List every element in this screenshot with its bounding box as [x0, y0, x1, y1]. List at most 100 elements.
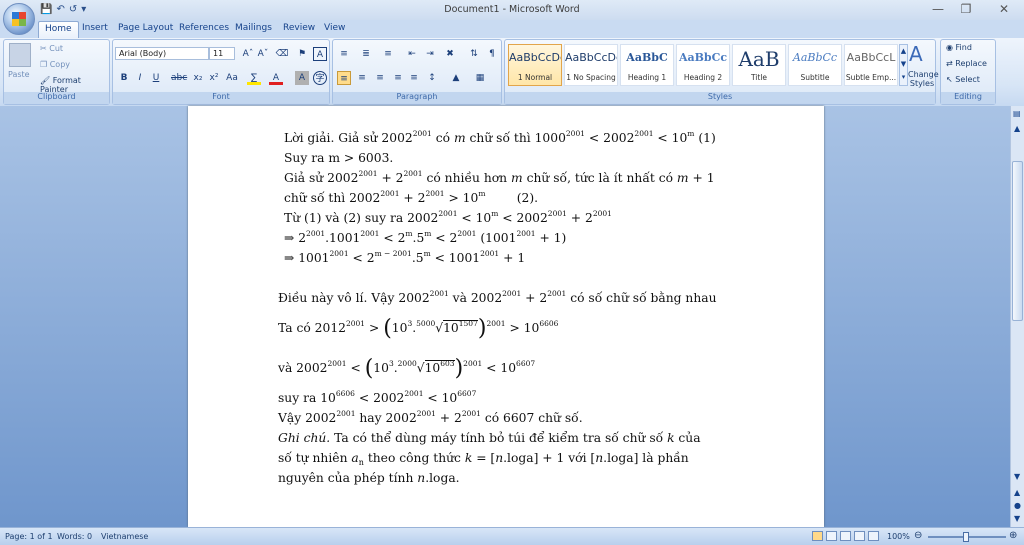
distributed-icon[interactable]: ≡ [407, 71, 421, 85]
center-icon[interactable]: ≡ [355, 71, 369, 85]
grow-font-icon[interactable]: Aˆ [241, 47, 255, 61]
full-screen-reading-icon[interactable] [826, 531, 837, 541]
change-styles-icon: A [909, 42, 923, 66]
document-body[interactable]: Lời giải. Giả sử 20022001 có m chữ số th… [278, 128, 734, 488]
enclose-char-icon[interactable]: 字 [313, 71, 327, 85]
align-left-icon[interactable]: ≡ [337, 71, 351, 85]
browse-object-icon[interactable]: ● [1014, 501, 1021, 510]
zoom-level[interactable]: 100% [887, 532, 910, 541]
tab-page-layout[interactable]: Page Layout [118, 23, 173, 33]
font-color-icon[interactable]: A [269, 71, 283, 85]
office-button[interactable] [3, 3, 35, 35]
highlight-icon[interactable]: ∑ [247, 71, 261, 85]
asian-layout-icon[interactable]: ✖ [443, 47, 457, 61]
style-heading-1[interactable]: AaBbC Heading 1 [620, 44, 674, 86]
clear-format-icon[interactable]: ⌫ [275, 47, 289, 61]
document-workspace: Lời giải. Giả sử 20022001 có m chữ số th… [0, 106, 1010, 527]
paragraph-group-label: Paragraph [333, 92, 501, 104]
shrink-font-icon[interactable]: Aˇ [256, 47, 270, 61]
word-count[interactable]: Words: 0 [57, 532, 92, 541]
subscript-icon[interactable]: x₂ [191, 71, 205, 85]
doc-line: Ghi chú. Ta có thể dùng máy tính bỏ túi … [278, 431, 701, 445]
close-icon[interactable]: ✕ [990, 2, 1018, 16]
language[interactable]: Vietnamese [101, 532, 148, 541]
bold-icon[interactable]: B [117, 71, 131, 85]
borders-icon[interactable]: ▦ [473, 71, 487, 85]
scroll-up-icon[interactable]: ▲ [1014, 124, 1020, 133]
paste-icon[interactable] [9, 43, 31, 67]
style-title[interactable]: AaB Title [732, 44, 786, 86]
phonetic-icon[interactable]: ⚑ [295, 47, 309, 61]
ruler-toggle-icon[interactable]: ▤ [1013, 109, 1021, 118]
style-subtle-emphasis[interactable]: AaBbCcL Subtle Emp... [844, 44, 898, 86]
change-styles-button[interactable]: Change Styles [908, 70, 939, 88]
strikethrough-icon[interactable]: abc [171, 71, 187, 85]
style-no-spacing[interactable]: AaBbCcDc 1 No Spacing [564, 44, 618, 86]
select-label: Select [955, 75, 980, 84]
justify-icon[interactable]: ≡ [391, 71, 405, 85]
line-spacing-icon[interactable]: ↕ [425, 71, 439, 85]
scroll-down-icon[interactable]: ▼ [1014, 472, 1020, 481]
shading-icon[interactable]: ▲ [449, 71, 463, 85]
style-heading-2[interactable]: AaBbCc Heading 2 [676, 44, 730, 86]
numbering-icon[interactable]: ≣ [359, 47, 373, 61]
tab-home[interactable]: Home [38, 21, 79, 38]
style-subtitle[interactable]: AaBbCc Subtitle [788, 44, 842, 86]
next-page-icon[interactable]: ▼ [1014, 514, 1020, 523]
tab-view[interactable]: View [324, 23, 345, 33]
change-case-icon[interactable]: Aa [225, 71, 239, 85]
vertical-scrollbar[interactable]: ▤ ▲ ▼ ▲ ● ▼ [1010, 106, 1024, 527]
cut-button[interactable]: ✂ Cut [40, 44, 63, 53]
bullets-icon[interactable]: ≡ [337, 47, 351, 61]
increase-indent-icon[interactable]: ⇥ [423, 47, 437, 61]
tab-review[interactable]: Review [283, 23, 315, 33]
status-bar: Page: 1 of 1 Words: 0 Vietnamese 100% ⊖ … [0, 527, 1024, 545]
restore-icon[interactable]: ❐ [952, 2, 980, 16]
tab-insert[interactable]: Insert [82, 23, 108, 33]
tab-references[interactable]: References [179, 23, 229, 33]
select-button[interactable]: ↖ Select [946, 75, 980, 84]
styles-group-label: Styles [505, 92, 935, 104]
scissors-icon: ✂ [40, 44, 50, 53]
zoom-in-icon[interactable]: ⊕ [1009, 530, 1017, 541]
zoom-slider-thumb[interactable] [963, 532, 969, 542]
brush-icon: 🖌 [40, 76, 53, 85]
font-name-combo[interactable]: Arial (Body) [115, 47, 209, 60]
align-right-icon[interactable]: ≡ [373, 71, 387, 85]
sort-icon[interactable]: ⇅ [467, 47, 481, 61]
clipboard-group-label: Clipboard [4, 92, 109, 104]
window-title: Document1 - Microsoft Word [444, 4, 580, 15]
previous-page-icon[interactable]: ▲ [1014, 488, 1020, 497]
draft-icon[interactable] [868, 531, 879, 541]
italic-icon[interactable]: I [133, 71, 147, 85]
show-formatting-icon[interactable]: ¶ [485, 47, 499, 61]
undo-icon[interactable]: ↶ [56, 4, 64, 15]
font-size-combo[interactable]: 11 [209, 47, 235, 60]
copy-button[interactable]: ❐ Copy [40, 60, 70, 69]
styles-scroll[interactable]: ▲ ▼ ▾ [899, 44, 908, 86]
underline-icon[interactable]: U [149, 71, 163, 85]
char-border-icon[interactable]: A [313, 47, 327, 61]
web-layout-icon[interactable] [840, 531, 851, 541]
zoom-out-icon[interactable]: ⊖ [914, 530, 922, 541]
char-shading-icon[interactable]: A [295, 71, 309, 85]
outline-icon[interactable] [854, 531, 865, 541]
paste-button[interactable]: Paste [8, 70, 30, 79]
tab-mailings[interactable]: Mailings [235, 23, 272, 33]
style-normal[interactable]: AaBbCcDc 1 Normal [508, 44, 562, 86]
save-icon[interactable]: 💾 [40, 4, 52, 15]
customize-qat-icon[interactable]: ▾ [81, 4, 86, 15]
multilevel-list-icon[interactable]: ≡ [381, 47, 395, 61]
print-layout-icon[interactable] [812, 531, 823, 541]
font-group: Arial (Body) 11 Aˆ Aˇ ⌫ ⚑ A B I U abc x₂… [112, 39, 330, 105]
page-count[interactable]: Page: 1 of 1 [5, 532, 53, 541]
redo-icon[interactable]: ↺ [69, 4, 77, 15]
find-button[interactable]: ◉ Find [946, 43, 972, 52]
replace-button[interactable]: ⇄ Replace [946, 59, 987, 68]
doc-line: chữ số thì 20022001 + 22001 > 10m (2). [284, 189, 539, 205]
minimize-icon[interactable]: — [924, 2, 952, 16]
scrollbar-thumb[interactable] [1012, 161, 1023, 321]
decrease-indent-icon[interactable]: ⇤ [405, 47, 419, 61]
superscript-icon[interactable]: x² [207, 71, 221, 85]
document-page[interactable]: Lời giải. Giả sử 20022001 có m chữ số th… [188, 106, 824, 527]
